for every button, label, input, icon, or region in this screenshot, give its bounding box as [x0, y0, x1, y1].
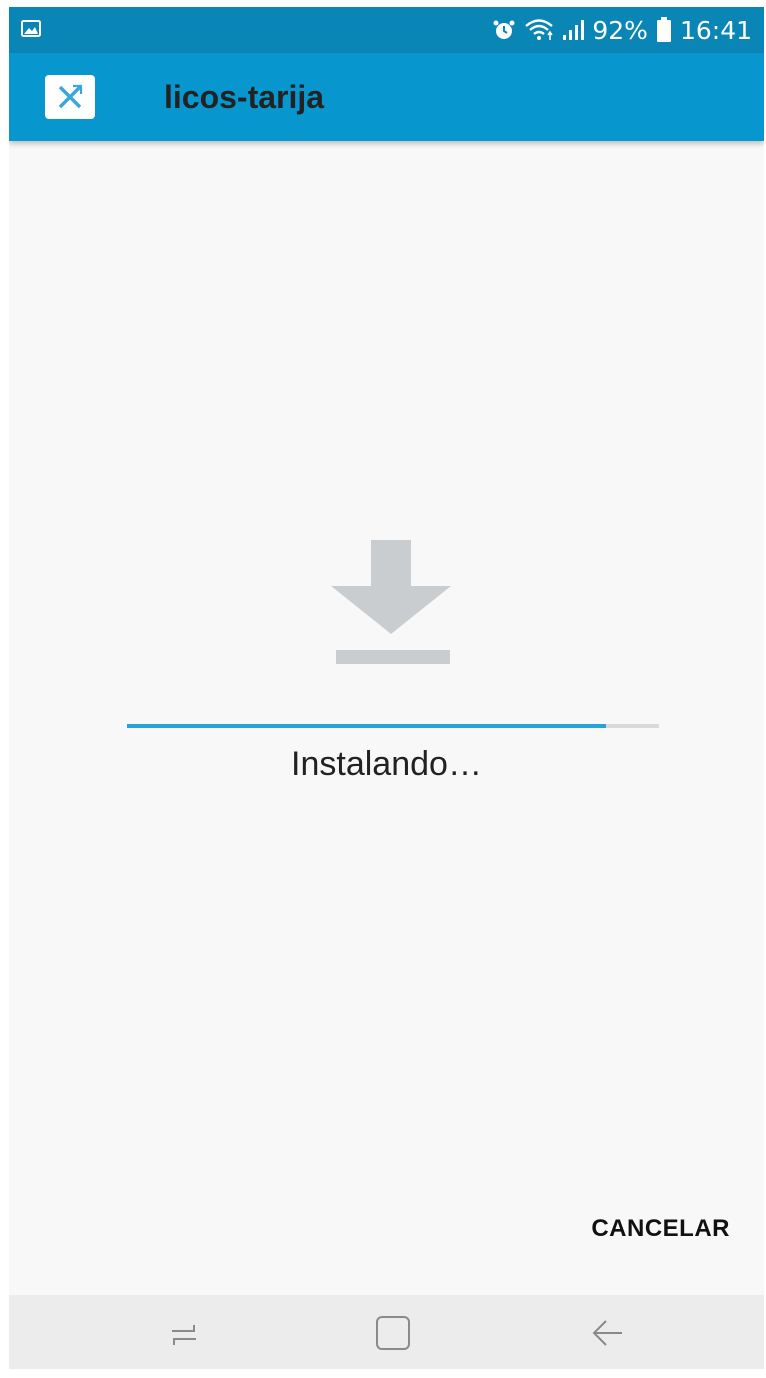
status-bar: 92% 16:41	[9, 7, 764, 53]
home-icon[interactable]	[371, 1311, 415, 1355]
signal-icon	[563, 20, 585, 40]
battery-icon	[656, 17, 671, 42]
status-icons: 92% 16:41	[492, 7, 752, 53]
app-bar: licos-tarija	[9, 53, 764, 141]
download-icon	[331, 540, 451, 664]
install-progress-fill	[127, 724, 606, 728]
battery-percentage: 92%	[592, 15, 648, 45]
image-notification-icon	[21, 20, 41, 37]
back-icon[interactable]	[586, 1311, 630, 1355]
recent-apps-icon[interactable]	[162, 1311, 206, 1355]
wifi-icon	[525, 19, 554, 40]
cancel-button[interactable]: CANCELAR	[591, 1215, 730, 1243]
screen: 92% 16:41 licos-tarija Instalando… CANCE…	[9, 7, 764, 1369]
clock: 16:41	[679, 15, 752, 45]
install-progress-bar	[127, 724, 659, 728]
navigation-bar	[9, 1295, 764, 1369]
install-status-text: Instalando…	[291, 745, 482, 783]
app-title: licos-tarija	[164, 79, 325, 115]
app-logo-icon	[45, 75, 95, 119]
app-logo-cross-icon	[58, 84, 83, 109]
alarm-icon	[493, 20, 515, 39]
